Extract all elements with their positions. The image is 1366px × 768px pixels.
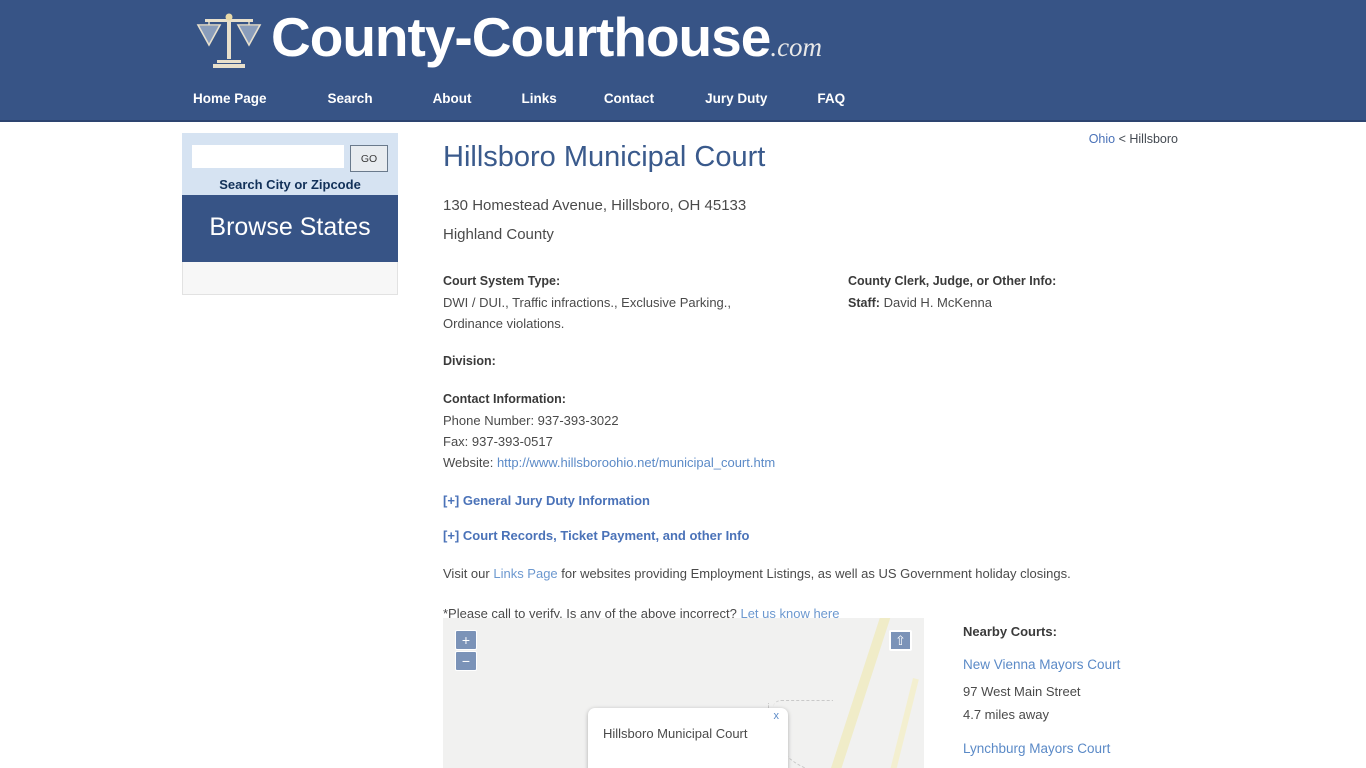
links-page-note: Visit our Links Page for websites provid… bbox=[443, 565, 1223, 583]
court-system-type-line-2: Ordinance violations. bbox=[443, 316, 565, 331]
fax-number: Fax: 937-393-0517 bbox=[443, 434, 553, 449]
map-info-popup: x Hillsboro Municipal Court bbox=[588, 708, 788, 768]
nearby-courts-heading: Nearby Courts: bbox=[963, 624, 1057, 639]
main-content: Hillsboro Municipal Court 130 Homestead … bbox=[443, 140, 1223, 623]
division-heading: Division: bbox=[443, 354, 496, 368]
info-column-left: Court System Type: DWI / DUI., Traffic i… bbox=[443, 274, 848, 473]
site-logo[interactable]: County-Courthouse.com bbox=[193, 6, 822, 78]
brand-title: County-Courthouse.com bbox=[271, 6, 822, 78]
links-note-prefix: Visit our bbox=[443, 566, 494, 581]
staff-row: Staff: David H. McKenna bbox=[848, 292, 1178, 314]
expand-jury-duty-info-link[interactable]: [+] General Jury Duty Information bbox=[443, 493, 1223, 508]
nearby-court-link[interactable]: Lynchburg Mayors Court bbox=[963, 741, 1214, 756]
court-system-type-heading: Court System Type: bbox=[443, 274, 561, 288]
brand-name: County-Courthouse bbox=[271, 6, 771, 68]
scales-of-justice-icon bbox=[196, 13, 262, 68]
page-title: Hillsboro Municipal Court bbox=[443, 141, 766, 173]
info-columns: Court System Type: DWI / DUI., Traffic i… bbox=[443, 274, 1223, 473]
nearby-court-distance: 4.7 miles away bbox=[963, 707, 1049, 722]
sidebar-empty-panel bbox=[182, 262, 398, 295]
nav-item-contact[interactable]: Contact bbox=[604, 88, 654, 109]
map-and-nearby-row: + − ⇧ x Hillsboro Municipal Court Nearby… bbox=[443, 618, 1223, 768]
links-page-link[interactable]: Links Page bbox=[493, 566, 557, 581]
map-boundary-dashed bbox=[768, 703, 918, 768]
nav-item-links[interactable]: Links bbox=[522, 88, 557, 109]
map-boundary-dashed-2 bbox=[773, 700, 833, 708]
nav-item-home-page[interactable]: Home Page bbox=[193, 88, 267, 109]
links-note-suffix: for websites providing Employment Listin… bbox=[557, 566, 1071, 581]
search-hint-label: Search City or Zipcode bbox=[219, 177, 361, 192]
court-address: 130 Homestead Avenue, Hillsboro, OH 4513… bbox=[443, 197, 747, 214]
court-county: Highland County bbox=[443, 226, 554, 243]
sidebar: GO Search City or Zipcode Browse States bbox=[182, 133, 398, 295]
nav-item-search[interactable]: Search bbox=[328, 88, 373, 109]
expand-court-records-link[interactable]: [+] Court Records, Ticket Payment, and o… bbox=[443, 528, 1223, 543]
list-item: Lynchburg Mayors Court bbox=[963, 741, 1214, 756]
nearby-court-address: 97 West Main Street bbox=[963, 684, 1081, 699]
search-panel: GO Search City or Zipcode bbox=[182, 133, 398, 195]
website-row: Website: http://www.hillsboroohio.net/mu… bbox=[443, 452, 848, 473]
page-root: County-Courthouse.com Home Page Search A… bbox=[0, 0, 1366, 768]
list-item: New Vienna Mayors Court 97 West Main Str… bbox=[963, 657, 1214, 726]
nearby-court-link[interactable]: New Vienna Mayors Court bbox=[963, 657, 1214, 672]
website-label: Website: bbox=[443, 455, 497, 470]
brand-tld: .com bbox=[770, 32, 823, 62]
search-input[interactable] bbox=[192, 145, 344, 168]
info-column-right: County Clerk, Judge, or Other Info: Staf… bbox=[848, 274, 1178, 473]
map-zoom-out-button[interactable]: − bbox=[455, 651, 477, 671]
nav-item-faq[interactable]: FAQ bbox=[817, 88, 845, 109]
court-system-type-line-1: DWI / DUI., Traffic infractions., Exclus… bbox=[443, 295, 732, 310]
nearby-courts-panel: Nearby Courts: New Vienna Mayors Court 9… bbox=[924, 618, 1214, 768]
staff-label: Staff: bbox=[848, 296, 880, 310]
staff-name: David H. McKenna bbox=[883, 295, 992, 310]
main-navigation: Home Page Search About Links Contact Jur… bbox=[193, 88, 845, 109]
browse-states-button[interactable]: Browse States bbox=[182, 195, 398, 262]
map-popup-title: Hillsboro Municipal Court bbox=[603, 726, 748, 741]
location-map[interactable]: + − ⇧ x Hillsboro Municipal Court bbox=[443, 618, 924, 768]
search-row: GO bbox=[192, 145, 388, 172]
phone-number: Phone Number: 937-393-3022 bbox=[443, 413, 619, 428]
nav-item-jury-duty[interactable]: Jury Duty bbox=[705, 88, 767, 109]
nav-item-about[interactable]: About bbox=[433, 88, 472, 109]
contact-information-heading: Contact Information: bbox=[443, 392, 566, 406]
clerk-info-heading: County Clerk, Judge, or Other Info: bbox=[848, 274, 1057, 288]
map-fullscreen-icon[interactable]: ⇧ bbox=[889, 630, 912, 651]
website-link[interactable]: http://www.hillsboroohio.net/municipal_c… bbox=[497, 455, 775, 470]
search-go-button[interactable]: GO bbox=[350, 145, 388, 172]
map-zoom-in-button[interactable]: + bbox=[455, 630, 477, 650]
close-icon[interactable]: x bbox=[774, 710, 780, 722]
site-header: County-Courthouse.com Home Page Search A… bbox=[0, 0, 1366, 122]
